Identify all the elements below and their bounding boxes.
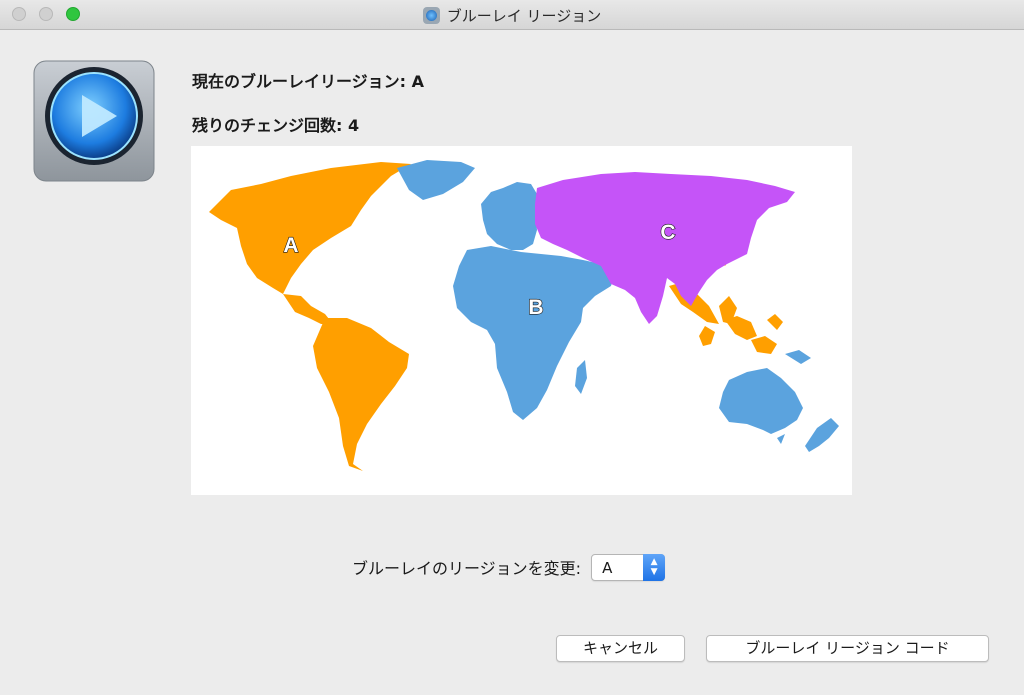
- cancel-button[interactable]: キャンセル: [556, 635, 685, 662]
- current-region-label: 現在のブルーレイリージョン: A: [192, 72, 425, 91]
- remaining-changes-label: 残りのチェンジ回数: 4: [192, 116, 360, 135]
- change-region-row: ブルーレイのリージョンを変更: A ▲ ▼: [352, 553, 666, 581]
- region-a-label: A: [283, 234, 298, 257]
- region-dialog-window: ブルーレイ リージョン 現在のブルーレイリージョン: A 残りのチェンジ回数: …: [0, 0, 1024, 695]
- window-title-group: ブルーレイ リージョン: [0, 5, 1024, 26]
- region-b-label: B: [528, 296, 543, 319]
- region-world-map: A B C: [191, 146, 852, 495]
- up-down-chevron-icon[interactable]: ▲ ▼: [643, 553, 666, 581]
- app-title-icon: [422, 7, 440, 24]
- window-title: ブルーレイ リージョン: [446, 7, 602, 25]
- region-code-button[interactable]: ブルーレイ リージョン コード: [706, 635, 989, 662]
- change-region-label: ブルーレイのリージョンを変更:: [352, 559, 582, 578]
- title-bar: ブルーレイ リージョン: [0, 0, 1024, 30]
- app-icon: [33, 60, 155, 182]
- region-c-label: C: [660, 221, 675, 244]
- region-select-value: A: [602, 558, 613, 577]
- region-select[interactable]: A ▲ ▼: [591, 553, 666, 581]
